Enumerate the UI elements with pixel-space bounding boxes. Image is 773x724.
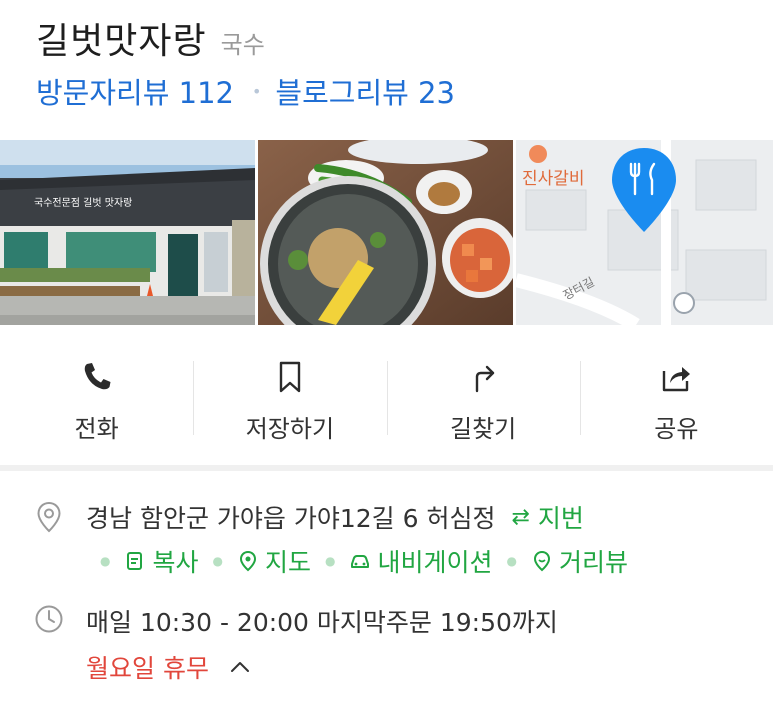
- navigation-label: 내비게이션: [377, 548, 493, 577]
- map-link[interactable]: 지도: [237, 543, 311, 579]
- jibun-toggle[interactable]: ⇄ 지번: [511, 499, 583, 535]
- separator-dot: ●: [325, 554, 336, 568]
- separator-dot: ●: [100, 554, 111, 568]
- street-view-icon: [533, 550, 550, 572]
- separator-dot: ●: [212, 554, 223, 568]
- blog-reviews-link[interactable]: 블로그리뷰 23: [275, 70, 455, 112]
- directions-label: 길찾기: [450, 415, 517, 443]
- separator-dot: ●: [506, 554, 517, 568]
- map-thumbnail[interactable]: 진사갈비 장터길: [516, 140, 773, 325]
- map-label: 지도: [264, 548, 311, 577]
- place-header: 길벗맛자랑 국수 방문자리뷰 112 • 블로그리뷰 23: [0, 0, 773, 140]
- action-bar: 전화 저장하기 길찾기 공유: [0, 325, 773, 465]
- storefront-photo[interactable]: 국수전문점 길벗 맛자랑: [0, 140, 255, 325]
- food-photo[interactable]: [258, 140, 513, 325]
- review-row: 방문자리뷰 112 • 블로그리뷰 23: [36, 70, 455, 112]
- visitor-reviews-link[interactable]: 방문자리뷰 112: [36, 70, 234, 112]
- call-label: 전화: [74, 415, 119, 443]
- jibun-label: 지번: [537, 504, 584, 533]
- phone-icon: [84, 363, 111, 390]
- address-row: 경남 함안군 가야읍 가야12길 6 허심정 ⇄ 지번: [86, 499, 584, 535]
- share-label: 공유: [654, 415, 699, 443]
- car-icon: [351, 555, 370, 568]
- directions-button[interactable]: 길찾기: [386, 325, 580, 465]
- title-row: 길벗맛자랑 국수: [36, 12, 265, 64]
- share-button[interactable]: 공유: [579, 325, 773, 465]
- storefront-sign-text: 국수전문점 길벗 맛자랑: [34, 196, 132, 209]
- place-category: 국수: [220, 31, 265, 59]
- navigation-link[interactable]: 내비게이션: [349, 543, 493, 579]
- save-button[interactable]: 저장하기: [193, 325, 386, 465]
- bookmark-icon: [279, 361, 301, 393]
- call-button[interactable]: 전화: [0, 325, 193, 465]
- clock-icon: [35, 605, 63, 633]
- map-label-restaurant: 진사갈비: [522, 169, 585, 189]
- closed-days-label: 월요일 휴무: [86, 654, 209, 683]
- photo-strip: 국수전문점 길벗 맛자랑 진사갈비 장터길: [0, 140, 773, 325]
- swap-arrows-icon: ⇄: [511, 504, 530, 530]
- closed-days-toggle[interactable]: 월요일 휴무: [86, 649, 251, 685]
- separator-dot: •: [251, 81, 262, 101]
- map-pin-small-icon: [239, 550, 256, 572]
- address-actions: ● 복사 ● 지도 ● 내비게이션 ● 거리뷰: [86, 543, 628, 579]
- business-hours: 매일 10:30 - 20:00 마지막주문 19:50까지: [86, 608, 558, 637]
- place-name: 길벗맛자랑: [36, 21, 207, 62]
- info-section: 경남 함안군 가야읍 가야12길 6 허심정 ⇄ 지번 ● 복사 ● 지도 ● …: [0, 471, 773, 724]
- save-label: 저장하기: [245, 415, 335, 443]
- chevron-up-icon: [230, 662, 249, 672]
- street-view-link[interactable]: 거리뷰: [531, 543, 628, 579]
- share-icon: [663, 367, 691, 392]
- location-pin-icon: [37, 501, 61, 533]
- street-view-label: 거리뷰: [558, 548, 628, 577]
- address-text: 경남 함안군 가야읍 가야12길 6 허심정: [86, 504, 496, 533]
- copy-link[interactable]: 복사: [124, 543, 199, 579]
- directions-icon: [475, 365, 495, 393]
- copy-icon: [127, 552, 143, 570]
- copy-label: 복사: [152, 548, 199, 577]
